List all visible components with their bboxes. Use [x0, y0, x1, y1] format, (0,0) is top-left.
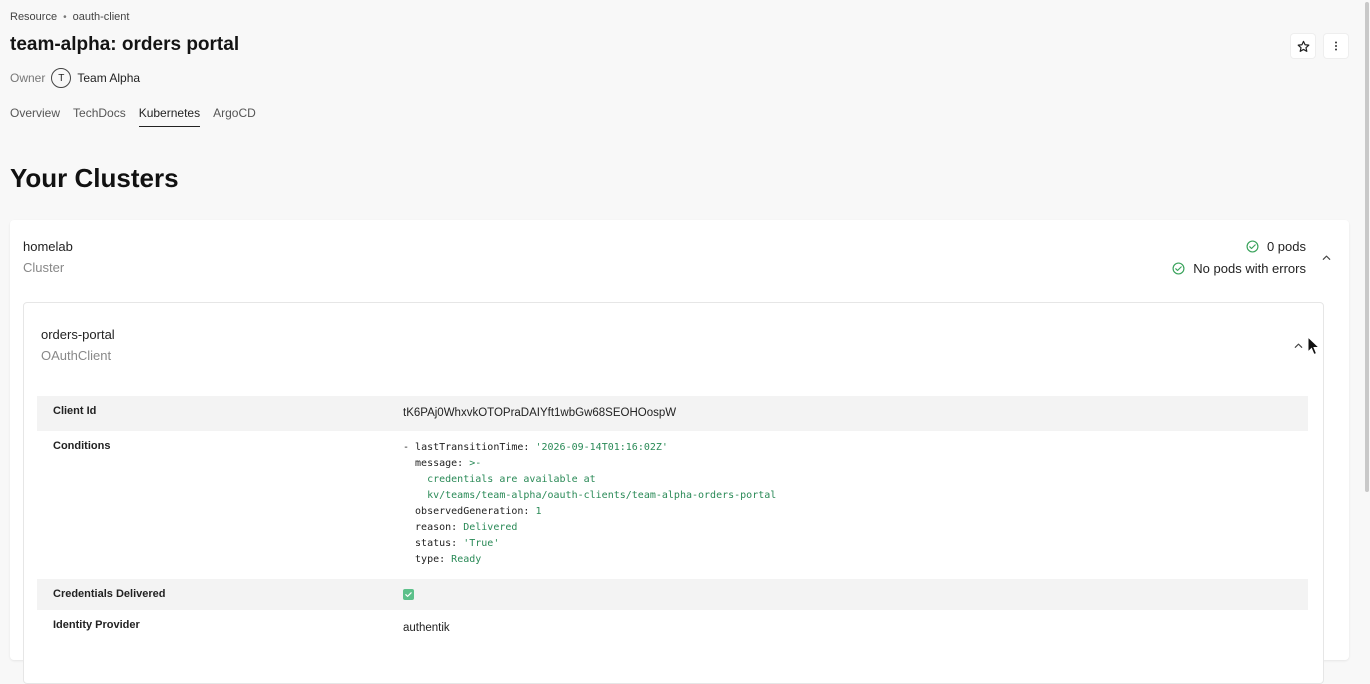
owner-label: Owner: [10, 71, 46, 85]
page-title: team-alpha: orders portal: [10, 34, 240, 55]
yaml-value: Delivered: [463, 522, 518, 533]
mouse-cursor-icon: [1307, 336, 1321, 356]
cluster-card: homelab Cluster 0 pods No pods with erro…: [10, 220, 1349, 684]
conditions-yaml: - lastTransitionTime: '2026-09-14T01:16:…: [403, 440, 776, 568]
pods-count: 0 pods: [1266, 239, 1306, 254]
section-title: Your Clusters: [10, 163, 179, 193]
yaml-value: 1: [535, 506, 542, 517]
yaml-value: kv/teams/team-alpha/oauth-clients/team-a…: [403, 490, 777, 501]
yaml-key: type:: [403, 554, 452, 565]
property-row-credentials-delivered: Credentials Delivered: [37, 579, 1308, 610]
credentials-delivered-value: [403, 589, 414, 600]
check-circle-icon: [1172, 262, 1185, 275]
yaml-key: message:: [403, 458, 470, 469]
page-scrollbar[interactable]: [1364, 0, 1370, 640]
tab-bar: Overview TechDocs Kubernetes ArgoCD: [10, 106, 256, 127]
favorite-button[interactable]: [1291, 34, 1315, 58]
identity-provider-value: authentik: [403, 622, 450, 634]
pod-errors-status: No pods with errors: [1172, 261, 1306, 276]
scrollbar-thumb[interactable]: [1365, 2, 1369, 492]
tab-kubernetes[interactable]: Kubernetes: [138, 106, 201, 127]
cluster-kind: Cluster: [23, 260, 65, 275]
owner-row: Owner T Team Alpha: [10, 68, 140, 88]
identity-provider-label: Identity Provider: [53, 619, 140, 631]
yaml-value: 'True': [463, 538, 500, 549]
breadcrumb-parent[interactable]: Resource: [10, 11, 57, 23]
tab-techdocs[interactable]: TechDocs: [73, 106, 126, 127]
property-row-conditions: Conditions - lastTransitionTime: '2026-0…: [37, 431, 1308, 579]
conditions-label: Conditions: [53, 440, 111, 452]
yaml-dash: -: [403, 442, 416, 453]
yaml-key: status:: [403, 538, 464, 549]
resource-kind: OAuthClient: [41, 348, 112, 363]
more-vert-icon: [1335, 41, 1337, 51]
yaml-key: lastTransitionTime:: [415, 442, 536, 453]
yaml-value: Ready: [451, 554, 482, 565]
yaml-value: '2026-09-14T01:16:02Z': [535, 442, 668, 453]
breadcrumb: Resource • oauth-client: [10, 11, 129, 23]
breadcrumb-current: oauth-client: [72, 11, 130, 23]
client-id-label: Client Id: [53, 405, 97, 417]
yaml-key: observedGeneration:: [403, 506, 536, 517]
cluster-name: homelab: [23, 239, 73, 254]
tab-overview[interactable]: Overview: [10, 106, 60, 127]
star-outline-icon: [1297, 40, 1309, 52]
resource-name: orders-portal: [41, 327, 115, 342]
owner-avatar[interactable]: T: [51, 68, 72, 88]
property-row-identity-provider: Identity Provider authentik: [37, 610, 1308, 642]
yaml-value: >-: [469, 458, 482, 469]
tab-argocd[interactable]: ArgoCD: [213, 106, 256, 127]
breadcrumb-separator: •: [63, 11, 67, 23]
pods-status: 0 pods: [1246, 239, 1306, 254]
yaml-value: credentials are available at: [403, 474, 596, 485]
credentials-delivered-label: Credentials Delivered: [53, 588, 166, 600]
pod-errors-text: No pods with errors: [1193, 261, 1306, 276]
yaml-key: reason:: [403, 522, 464, 533]
more-options-button[interactable]: [1324, 34, 1348, 58]
chevron-up-icon[interactable]: [1293, 340, 1304, 351]
check-circle-icon: [1246, 240, 1259, 253]
client-id-value: tK6PAj0WhxvkOTOPraDAIYft1wbGw68SEOHOospW: [403, 407, 677, 419]
resource-card: orders-portal OAuthClient Client Id tK6P…: [23, 302, 1324, 684]
chevron-up-icon[interactable]: [1321, 252, 1332, 263]
owner-name[interactable]: Team Alpha: [77, 71, 140, 85]
property-row-client-id: Client Id tK6PAj0WhxvkOTOPraDAIYft1wbGw6…: [37, 396, 1308, 431]
checkbox-checked-icon: [403, 589, 414, 600]
